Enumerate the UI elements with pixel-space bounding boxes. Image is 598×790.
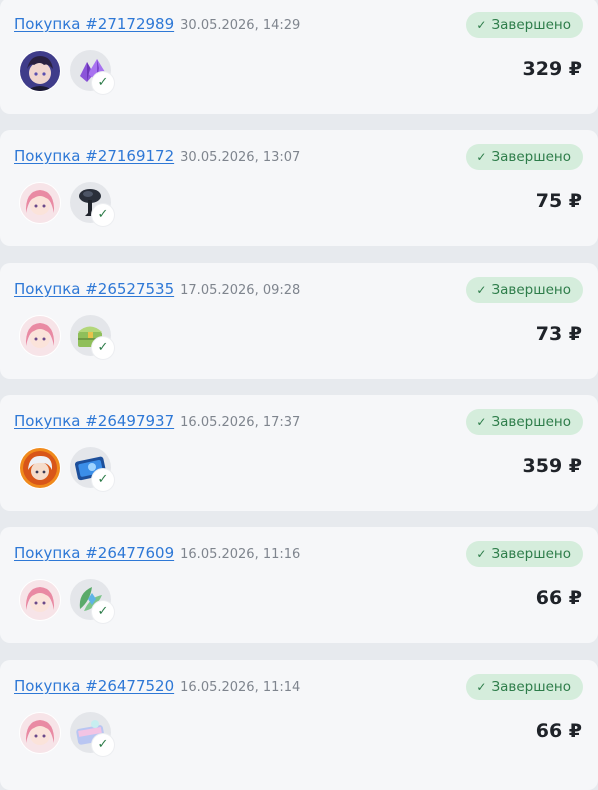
check-icon: ✓ bbox=[476, 150, 487, 164]
status-label: Завершено bbox=[491, 149, 571, 165]
check-icon: ✓ bbox=[92, 601, 114, 623]
order-date: 17.05.2026, 09:28 bbox=[180, 283, 301, 298]
check-icon: ✓ bbox=[92, 337, 114, 359]
purchase-card: Покупка #27169172 30.05.2026, 13:07 ✓ Заве… bbox=[0, 130, 598, 246]
order-link[interactable]: Покупка #26477609 bbox=[14, 544, 174, 562]
purchase-title: Покупка #26477520 16.05.2026, 11:14 bbox=[14, 675, 300, 699]
check-icon: ✓ bbox=[92, 469, 114, 491]
status-badge: ✓ Завершено bbox=[466, 541, 583, 567]
check-icon: ✓ bbox=[92, 204, 114, 226]
order-date: 16.05.2026, 17:37 bbox=[180, 415, 301, 430]
pink-hair-girl-avatar-icon bbox=[19, 315, 61, 357]
order-date: 16.05.2026, 11:16 bbox=[180, 547, 301, 562]
purchase-title: Покупка #26527535 17.05.2026, 09:28 bbox=[14, 278, 300, 302]
status-label: Завершено bbox=[491, 414, 571, 430]
purchase-card: Покупка #26527535 17.05.2026, 09:28 ✓ Заве… bbox=[0, 263, 598, 379]
price: 66 ₽ bbox=[535, 587, 582, 609]
order-date: 30.05.2026, 14:29 bbox=[180, 18, 301, 33]
status-label: Завершено bbox=[491, 679, 571, 695]
price: 329 ₽ bbox=[522, 58, 583, 80]
anime-boy-avatar-icon bbox=[19, 50, 61, 92]
status-badge: ✓ Завершено bbox=[466, 277, 583, 303]
order-link[interactable]: Покупка #26497937 bbox=[14, 412, 174, 430]
price: 359 ₽ bbox=[522, 455, 583, 477]
status-label: Завершено bbox=[491, 282, 571, 298]
check-icon: ✓ bbox=[92, 72, 114, 94]
status-label: Завершено bbox=[491, 17, 571, 33]
pink-hair-girl-avatar-icon bbox=[19, 182, 61, 224]
purchase-card: Покупка #27172989 30.05.2026, 14:29 ✓ Заве… bbox=[0, 0, 598, 114]
pink-hair-girl-avatar-icon bbox=[19, 712, 61, 754]
purchase-card: Покупка #26497937 16.05.2026, 17:37 ✓ Заве… bbox=[0, 395, 598, 511]
price: 73 ₽ bbox=[535, 323, 582, 345]
check-icon: ✓ bbox=[92, 734, 114, 756]
order-link[interactable]: Покупка #27172989 bbox=[14, 15, 174, 33]
purchase-title: Покупка #27169172 30.05.2026, 13:07 bbox=[14, 145, 300, 169]
status-badge: ✓ Завершено bbox=[466, 144, 583, 170]
order-date: 30.05.2026, 13:07 bbox=[180, 150, 301, 165]
order-link[interactable]: Покупка #27169172 bbox=[14, 147, 174, 165]
status-label: Завершено bbox=[491, 546, 571, 562]
pink-hair-girl-avatar-icon bbox=[19, 579, 61, 621]
order-link[interactable]: Покупка #26527535 bbox=[14, 280, 174, 298]
purchase-title: Покупка #26497937 16.05.2026, 17:37 bbox=[14, 410, 300, 434]
white-hair-hero-avatar-icon bbox=[19, 447, 61, 489]
check-icon: ✓ bbox=[476, 283, 487, 297]
purchase-card: Покупка #26477520 16.05.2026, 11:14 ✓ Заве… bbox=[0, 660, 598, 790]
check-icon: ✓ bbox=[476, 547, 487, 561]
check-icon: ✓ bbox=[476, 680, 487, 694]
status-badge: ✓ Завершено bbox=[466, 674, 583, 700]
price: 66 ₽ bbox=[535, 720, 582, 742]
purchase-card: Покупка #26477609 16.05.2026, 11:16 ✓ Заве… bbox=[0, 527, 598, 643]
purchase-title: Покупка #27172989 30.05.2026, 14:29 bbox=[14, 13, 300, 37]
status-badge: ✓ Завершено bbox=[466, 12, 583, 38]
purchase-title: Покупка #26477609 16.05.2026, 11:16 bbox=[14, 542, 300, 566]
price: 75 ₽ bbox=[535, 190, 582, 212]
order-date: 16.05.2026, 11:14 bbox=[180, 680, 301, 695]
check-icon: ✓ bbox=[476, 415, 487, 429]
status-badge: ✓ Завершено bbox=[466, 409, 583, 435]
check-icon: ✓ bbox=[476, 18, 487, 32]
order-link[interactable]: Покупка #26477520 bbox=[14, 677, 174, 695]
